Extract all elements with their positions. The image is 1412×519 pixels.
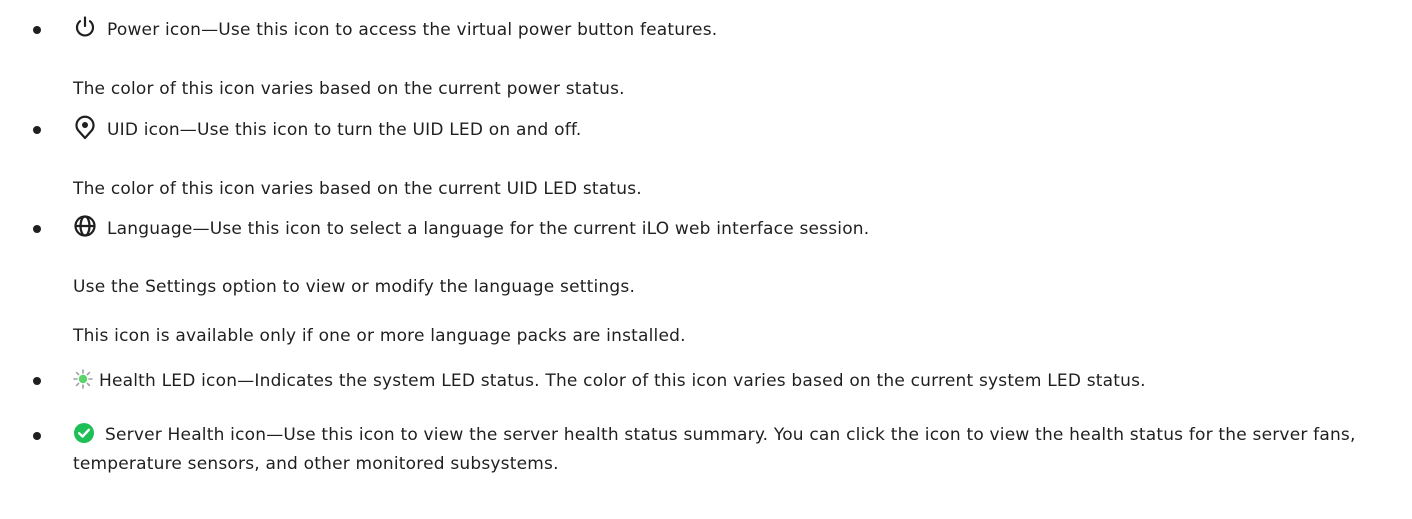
- bullet-dot: [33, 432, 41, 440]
- item-desc: —Use this icon to turn the UID LED on an…: [179, 120, 582, 140]
- item-note: The color of this icon varies based on t…: [73, 79, 625, 99]
- globe-icon: [73, 214, 97, 238]
- item-title: Language: [107, 219, 193, 239]
- item-title: Server Health icon: [105, 425, 267, 445]
- bullet-dot: [33, 225, 41, 233]
- document-body: Power icon—Use this icon to access the v…: [0, 0, 1412, 519]
- item-desc: —Use this icon to access the virtual pow…: [201, 20, 718, 40]
- server-health-paragraph: Server Health icon—Use this icon to view…: [73, 421, 1372, 479]
- item-note: The color of this icon varies based on t…: [73, 179, 642, 199]
- uid-icon: [73, 114, 97, 140]
- item-desc: —Use this icon to view the server health…: [73, 425, 1356, 474]
- health-led-icon: [73, 369, 93, 389]
- list-item-health-led: Health LED icon—Indicates the system LED…: [0, 366, 1412, 396]
- bullet-dot: [33, 126, 41, 134]
- list-item-power: Power icon—Use this icon to access the v…: [0, 15, 1412, 45]
- server-health-check-icon: [73, 422, 95, 444]
- item-desc: —Use this icon to select a language for …: [192, 219, 870, 239]
- item-note: This icon is available only if one or mo…: [73, 326, 686, 346]
- power-icon: [73, 15, 97, 39]
- item-desc: —Indicates the system LED status. The co…: [237, 371, 1146, 391]
- list-item-language: Language—Use this icon to select a langu…: [0, 214, 1412, 244]
- item-title: Power icon: [107, 20, 202, 40]
- item-title: UID icon: [107, 120, 180, 140]
- bullet-dot: [33, 377, 41, 385]
- item-title: Health LED icon: [99, 371, 238, 391]
- list-item-uid: UID icon—Use this icon to turn the UID L…: [0, 115, 1412, 145]
- item-note: Use the Settings option to view or modif…: [73, 277, 636, 297]
- bullet-dot: [33, 26, 41, 34]
